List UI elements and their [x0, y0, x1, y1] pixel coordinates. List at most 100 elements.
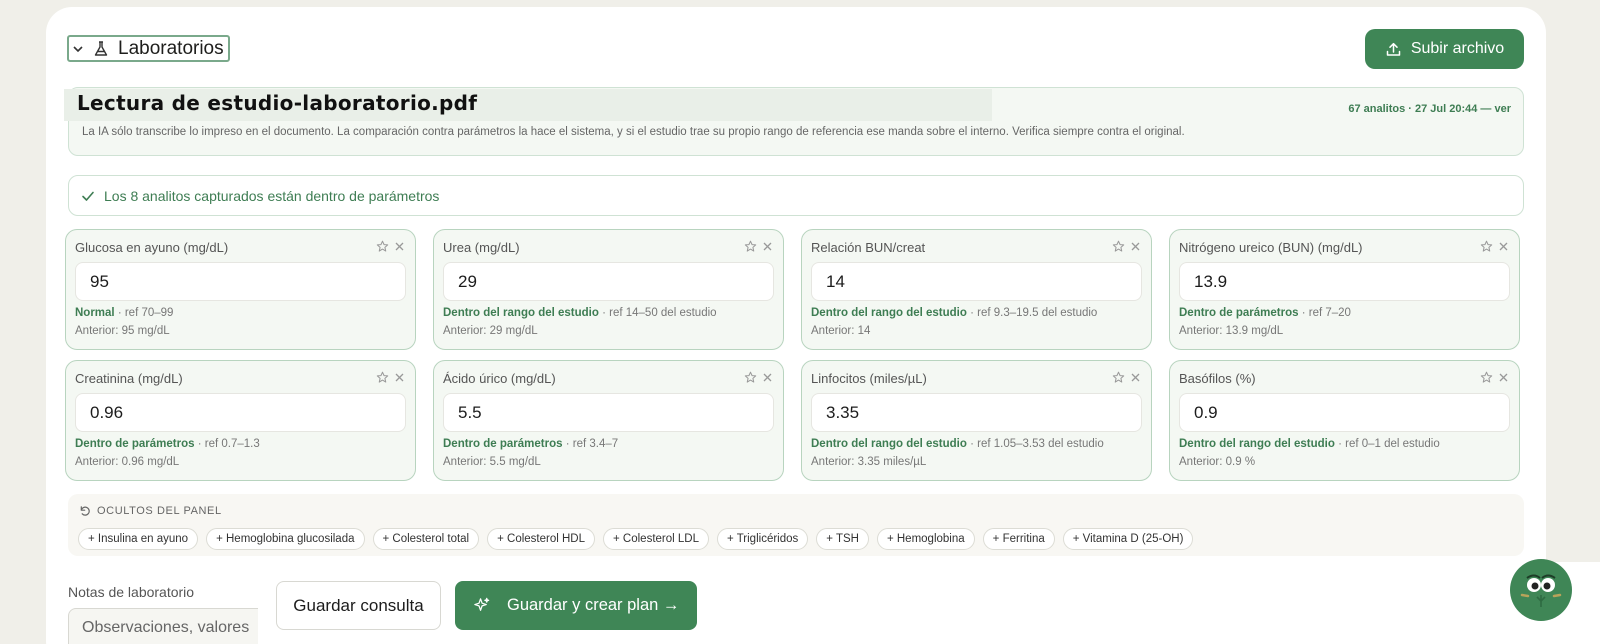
file-reading-box: Lectura de estudio-laboratorio.pdf 67 an…	[64, 87, 1524, 156]
chip-colesterol-total[interactable]: + Colesterol total	[372, 528, 480, 550]
star-icon[interactable]	[1112, 371, 1125, 384]
file-note: La IA sólo transcribe lo impreso en el d…	[82, 126, 1185, 138]
close-icon[interactable]	[394, 372, 405, 383]
analyte-status: Dentro de parámetros	[1179, 307, 1299, 319]
save-button-label: Guardar consulta	[293, 595, 424, 615]
labs-section-toggle[interactable]: Laboratorios	[67, 35, 230, 62]
restore-icon	[80, 506, 90, 516]
flask-icon	[94, 40, 108, 56]
chip-ferritina[interactable]: + Ferritina	[982, 528, 1055, 550]
hidden-analyte-chips: + Insulina en ayuno + Hemoglobina glucos…	[78, 528, 1194, 550]
analyte-card: Ácido úrico (mg/dL) Dentro de parámetros…	[433, 360, 784, 481]
hidden-analytes-panel: OCULTOS DEL PANEL + Insulina en ayuno + …	[68, 494, 1524, 556]
analyte-previous: Anterior: 0.96 mg/dL	[75, 456, 180, 468]
close-icon[interactable]	[762, 241, 773, 252]
analyte-previous: Anterior: 13.9 mg/dL	[1179, 325, 1284, 337]
analyte-value-input[interactable]	[1179, 262, 1510, 301]
close-icon[interactable]	[394, 241, 405, 252]
analyte-status: Dentro del rango del estudio	[811, 438, 967, 450]
upload-file-button[interactable]: Subir archivo	[1365, 29, 1524, 69]
analyte-card: Glucosa en ayuno (mg/dL) Normal · ref 70…	[65, 229, 416, 350]
file-title: Lectura de estudio-laboratorio.pdf	[77, 91, 478, 115]
analyte-ref: · ref 7–20	[1298, 307, 1351, 319]
analyte-label: Linfocitos (miles/µL)	[811, 371, 927, 386]
file-meta-link[interactable]: 67 analitos · 27 Jul 20:44 — ver	[1348, 103, 1511, 115]
analyte-status: Normal	[75, 307, 115, 319]
save-and-create-plan-button[interactable]: Guardar y crear plan →	[455, 581, 697, 630]
analyte-card: Nitrógeno ureico (BUN) (mg/dL) Dentro de…	[1169, 229, 1520, 350]
star-icon[interactable]	[376, 371, 389, 384]
analyte-previous: Anterior: 5.5 mg/dL	[443, 456, 541, 468]
analyte-value-input[interactable]	[811, 262, 1142, 301]
chip-hemoglobina[interactable]: + Hemoglobina	[876, 528, 975, 550]
chip-hemoglobina-glucosilada[interactable]: + Hemoglobina glucosilada	[206, 528, 365, 550]
star-icon[interactable]	[1480, 240, 1493, 253]
status-banner: Los 8 analitos capturados están dentro d…	[68, 175, 1524, 216]
analyte-status: Dentro de parámetros	[443, 438, 563, 450]
notes-label: Notas de laboratorio	[68, 584, 195, 600]
analyte-status-line: Dentro del rango del estudio · ref 9.3–1…	[811, 307, 1097, 319]
chip-vitamina-d[interactable]: + Vitamina D (25-OH)	[1062, 528, 1194, 550]
analyte-status-line: Dentro de parámetros · ref 7–20	[1179, 307, 1351, 319]
upload-button-label: Subir archivo	[1410, 40, 1505, 57]
analyte-card: Urea (mg/dL) Dentro del rango del estudi…	[433, 229, 784, 350]
chip-insulina[interactable]: + Insulina en ayuno	[78, 528, 199, 550]
save-consultation-button[interactable]: Guardar consulta	[276, 581, 441, 630]
analyte-value-input[interactable]	[443, 393, 774, 432]
star-icon[interactable]	[376, 240, 389, 253]
analyte-ref: · ref 9.3–19.5 del estudio	[966, 307, 1098, 319]
upload-icon	[1386, 42, 1401, 56]
close-icon[interactable]	[1130, 372, 1141, 383]
analyte-status-line: Dentro del rango del estudio · ref 1.05–…	[811, 438, 1104, 450]
analyte-label: Relación BUN/creat	[811, 240, 926, 255]
analyte-ref: · ref 14–50 del estudio	[598, 307, 717, 319]
analyte-label: Creatinina (mg/dL)	[75, 371, 183, 386]
analyte-ref: · ref 3.4–7	[562, 438, 619, 450]
chip-tsh[interactable]: + TSH	[816, 528, 869, 550]
close-icon[interactable]	[1498, 372, 1509, 383]
hidden-analytes-title: OCULTOS DEL PANEL	[97, 505, 222, 517]
close-icon[interactable]	[1130, 241, 1141, 252]
analyte-status: Dentro del rango del estudio	[811, 307, 967, 319]
plan-button-label: Guardar y crear plan →	[507, 596, 680, 614]
analyte-value-input[interactable]	[811, 393, 1142, 432]
chip-trigliceridos[interactable]: + Triglicéridos	[717, 528, 809, 550]
analyte-value-input[interactable]	[443, 262, 774, 301]
mascot-icon	[1520, 574, 1562, 607]
analyte-previous: Anterior: 95 mg/dL	[75, 325, 170, 337]
check-icon	[82, 191, 94, 201]
assistant-mascot-button[interactable]	[1510, 559, 1572, 621]
star-icon[interactable]	[744, 240, 757, 253]
analyte-previous: Anterior: 29 mg/dL	[443, 325, 538, 337]
chip-colesterol-hdl[interactable]: + Colesterol HDL	[487, 528, 596, 550]
analyte-card: Relación BUN/creat Dentro del rango del …	[801, 229, 1152, 350]
chip-colesterol-ldl[interactable]: + Colesterol LDL	[603, 528, 709, 550]
labs-panel: Laboratorios Subir archivo Lectura de es…	[46, 7, 1546, 644]
star-icon[interactable]	[1112, 240, 1125, 253]
chevron-down-icon	[73, 45, 83, 52]
analyte-label: Ácido úrico (mg/dL)	[443, 371, 556, 386]
analyte-value-input[interactable]	[75, 262, 406, 301]
section-title: Laboratorios	[118, 37, 224, 59]
analyte-value-input[interactable]	[1179, 393, 1510, 432]
analyte-status: Dentro del rango del estudio	[1179, 438, 1335, 450]
analyte-value-input[interactable]	[75, 393, 406, 432]
analyte-label: Nitrógeno ureico (BUN) (mg/dL)	[1179, 240, 1363, 255]
analyte-status-line: Dentro de parámetros · ref 0.7–1.3	[75, 438, 260, 450]
star-icon[interactable]	[1480, 371, 1493, 384]
analyte-previous: Anterior: 3.35 miles/µL	[811, 456, 927, 468]
analyte-status-line: Dentro del rango del estudio · ref 0–1 d…	[1179, 438, 1440, 450]
analyte-card: Creatinina (mg/dL) Dentro de parámetros …	[65, 360, 416, 481]
analyte-label: Basófilos (%)	[1179, 371, 1256, 386]
analyte-status-line: Normal · ref 70–99	[75, 307, 173, 319]
analyte-ref: · ref 70–99	[114, 307, 174, 319]
star-icon[interactable]	[744, 371, 757, 384]
analyte-status: Dentro del rango del estudio	[443, 307, 599, 319]
close-icon[interactable]	[762, 372, 773, 383]
close-icon[interactable]	[1498, 241, 1509, 252]
analyte-status: Dentro de parámetros	[75, 438, 195, 450]
analyte-status-line: Dentro del rango del estudio · ref 14–50…	[443, 307, 717, 319]
status-banner-text: Los 8 analitos capturados están dentro d…	[104, 187, 440, 204]
analyte-previous: Anterior: 0.9 %	[1179, 456, 1256, 468]
analyte-previous: Anterior: 14	[811, 325, 871, 337]
